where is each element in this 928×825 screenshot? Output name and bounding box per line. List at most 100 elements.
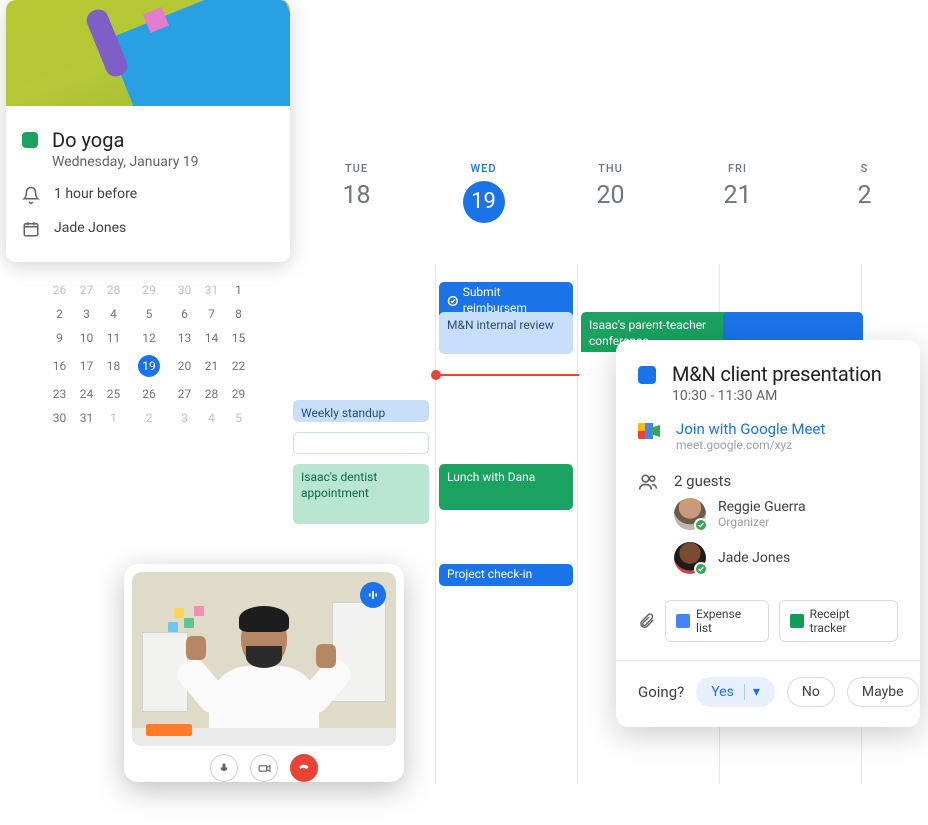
weekday-number: 18 — [293, 181, 420, 210]
mini-calendar-day[interactable]: 28 — [100, 278, 127, 302]
mini-calendar-day[interactable]: 10 — [73, 326, 100, 350]
event-weekly-standup[interactable]: Weekly standup — [293, 400, 429, 422]
mini-calendar-day[interactable]: 13 — [171, 326, 198, 350]
check-icon — [697, 565, 705, 573]
mini-calendar-day[interactable]: 17 — [73, 350, 100, 382]
guest-name: Jade Jones — [718, 550, 790, 566]
mini-calendar-day[interactable]: 25 — [100, 382, 127, 406]
mini-calendar-day[interactable]: 28 — [198, 382, 225, 406]
mini-calendar-day[interactable]: 14 — [198, 326, 225, 350]
event-title: Do yoga — [52, 128, 199, 152]
weekday-label: THU — [547, 162, 674, 175]
attachment-chip-sheet[interactable]: Receipt tracker — [779, 600, 898, 642]
mini-calendar-day[interactable]: 23 — [46, 382, 73, 406]
mini-calendar-day[interactable]: 26 — [127, 382, 171, 406]
mini-calendar-day[interactable]: 30 — [46, 406, 73, 430]
bell-icon — [22, 186, 40, 204]
mini-calendar-day[interactable]: 6 — [171, 302, 198, 326]
mini-calendar-day[interactable]: 22 — [225, 350, 252, 382]
guest-role: Organizer — [718, 515, 806, 529]
event-lunch-dana[interactable]: Lunch with Dana — [439, 464, 573, 510]
rsvp-no-button[interactable]: No — [787, 677, 835, 707]
sheet-file-icon — [790, 614, 804, 628]
rsvp-yes-button[interactable]: Yes ▾ — [696, 677, 775, 707]
now-indicator-line — [435, 374, 579, 376]
mini-calendar-day[interactable]: 1 — [225, 278, 252, 302]
mini-calendar-day[interactable]: 24 — [73, 382, 100, 406]
microphone-icon — [218, 762, 230, 774]
event-organizer: Jade Jones — [54, 220, 126, 236]
rsvp-maybe-button[interactable]: Maybe — [847, 677, 919, 707]
doc-file-icon — [676, 614, 690, 628]
mini-calendar[interactable]: 2627282930311234567891011121314151617181… — [46, 278, 252, 430]
mini-calendar-day[interactable]: 8 — [225, 302, 252, 326]
week-day-column[interactable]: FRI21 — [674, 162, 801, 223]
weekday-number: 19 — [463, 181, 505, 223]
event-label: Weekly standup — [301, 406, 385, 420]
detail-color-swatch — [638, 366, 656, 384]
mini-calendar-day[interactable]: 5 — [225, 406, 252, 430]
mini-calendar-day[interactable]: 19 — [127, 350, 171, 382]
mini-calendar-day[interactable]: 2 — [127, 406, 171, 430]
attachment-chip-doc[interactable]: Expense list — [665, 600, 769, 642]
paperclip-icon — [638, 612, 655, 629]
meet-url: meet.google.com/xyz — [676, 438, 825, 452]
mini-calendar-day[interactable]: 9 — [46, 326, 73, 350]
mini-calendar-day[interactable]: 30 — [171, 278, 198, 302]
week-day-column[interactable]: S2 — [801, 162, 928, 223]
mini-calendar-day[interactable]: 18 — [100, 350, 127, 382]
event-project-checkin[interactable]: Project check-in — [439, 564, 573, 586]
mini-calendar-day[interactable]: 26 — [46, 278, 73, 302]
meet-link-row[interactable]: Join with Google Meet meet.google.com/xy… — [638, 420, 898, 452]
event-date: Wednesday, January 19 — [52, 154, 199, 170]
video-feed[interactable] — [132, 572, 396, 746]
avatar — [674, 498, 706, 530]
check-icon — [697, 521, 705, 529]
event-dentist[interactable]: Isaac's dentist appointment — [293, 464, 429, 524]
event-label: Isaac's dentist appointment — [301, 470, 377, 500]
end-call-button[interactable] — [290, 754, 318, 782]
mini-calendar-day[interactable]: 31 — [73, 406, 100, 430]
week-day-column[interactable]: THU20 — [547, 162, 674, 223]
mute-button[interactable] — [210, 754, 238, 782]
mini-calendar-day[interactable]: 21 — [198, 350, 225, 382]
guests-count: 2 guests — [674, 472, 731, 490]
guest-row[interactable]: Reggie Guerra Organizer — [638, 492, 898, 536]
mini-calendar-day[interactable]: 20 — [171, 350, 198, 382]
mini-calendar-day[interactable]: 3 — [73, 302, 100, 326]
mini-calendar-day[interactable]: 27 — [171, 382, 198, 406]
mini-calendar-day[interactable]: 29 — [127, 278, 171, 302]
weekday-number: 21 — [674, 181, 801, 210]
chevron-down-icon[interactable]: ▾ — [744, 684, 760, 700]
mini-calendar-day[interactable]: 31 — [198, 278, 225, 302]
mini-calendar-day[interactable]: 12 — [127, 326, 171, 350]
mini-calendar-day[interactable]: 11 — [100, 326, 127, 350]
phone-icon — [297, 761, 311, 775]
event-empty-slot[interactable] — [293, 432, 429, 454]
camera-button[interactable] — [250, 754, 278, 782]
event-popover-card: Do yoga Wednesday, January 19 1 hour bef… — [6, 0, 290, 262]
mini-calendar-day[interactable]: 29 — [225, 382, 252, 406]
guests-icon — [638, 472, 658, 492]
mini-calendar-day[interactable]: 15 — [225, 326, 252, 350]
mini-calendar-day[interactable]: 3 — [171, 406, 198, 430]
weekday-number: 2 — [801, 181, 928, 210]
mini-calendar-day[interactable]: 4 — [198, 406, 225, 430]
mini-calendar-day[interactable]: 27 — [73, 278, 100, 302]
rsvp-label: Yes — [711, 684, 734, 700]
mini-calendar-day[interactable]: 2 — [46, 302, 73, 326]
mini-calendar-day[interactable]: 16 — [46, 350, 73, 382]
now-indicator-dot — [431, 370, 441, 380]
attachment-label: Expense list — [696, 607, 758, 635]
week-day-column[interactable]: TUE18 — [293, 162, 420, 223]
mini-calendar-day[interactable]: 4 — [100, 302, 127, 326]
weekday-label: WED — [420, 162, 547, 175]
check-circle-icon — [447, 295, 459, 307]
event-internal-review[interactable]: M&N internal review — [439, 312, 573, 354]
mini-calendar-day[interactable]: 7 — [198, 302, 225, 326]
event-label: Project check-in — [447, 567, 532, 583]
week-day-column[interactable]: WED 19 — [420, 162, 547, 223]
mini-calendar-day[interactable]: 5 — [127, 302, 171, 326]
mini-calendar-day[interactable]: 1 — [100, 406, 127, 430]
guest-row[interactable]: Jade Jones — [638, 536, 898, 580]
